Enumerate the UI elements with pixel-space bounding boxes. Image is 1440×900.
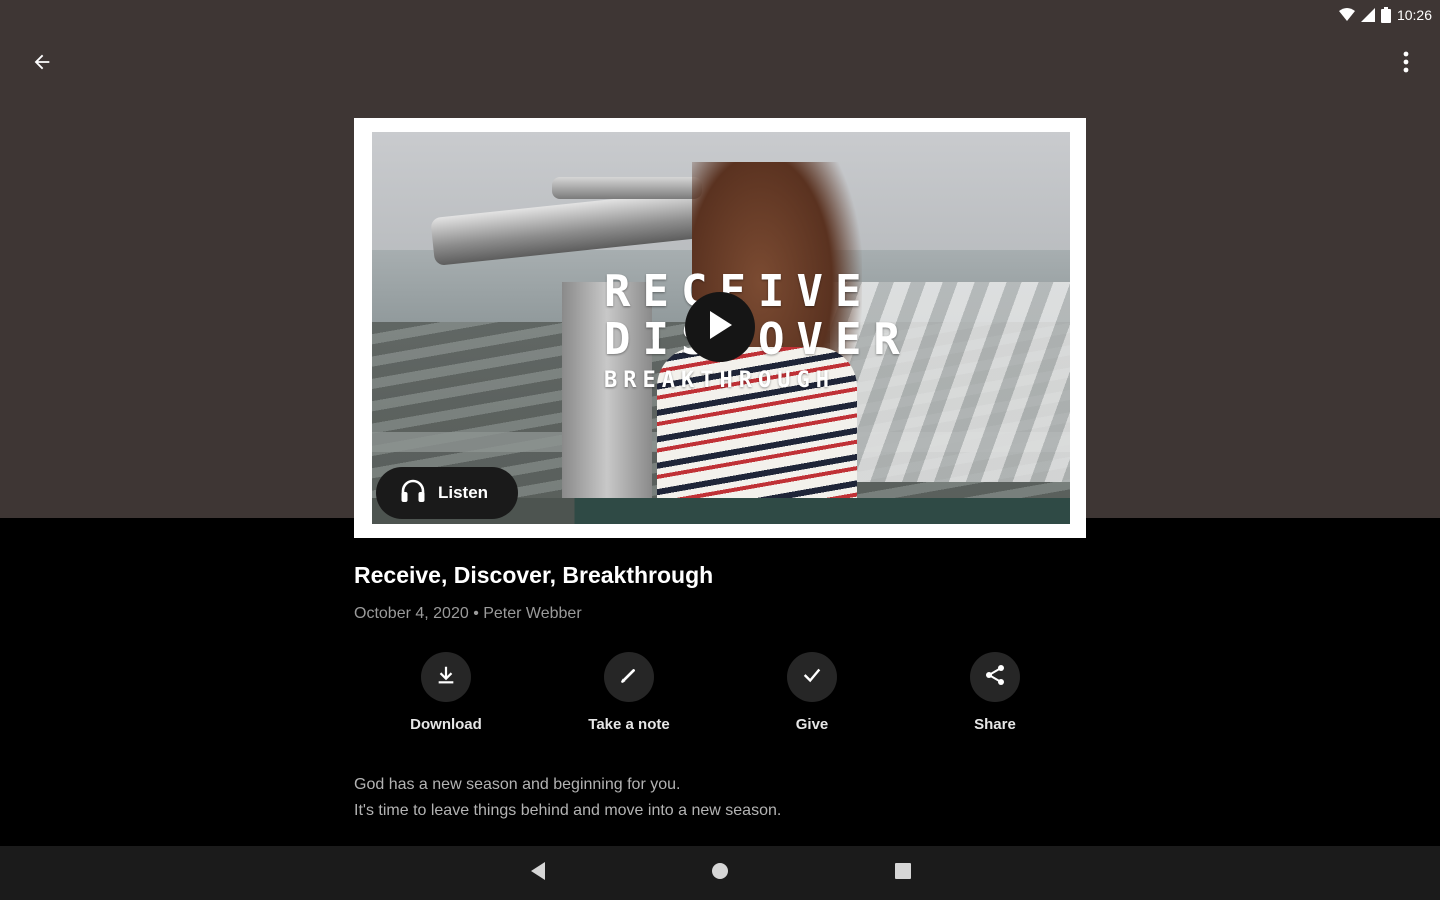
sermon-description: God has a new season and beginning for y…: [354, 772, 781, 824]
take-note-button[interactable]: Take a note: [569, 652, 689, 733]
download-circle: [421, 652, 471, 702]
sermon-artwork-card: RECEIVE DISCOVER BREAKTHROUGH Listen: [354, 118, 1086, 538]
sermon-detail-screen: 10:26 RECEIVE DISCOVER BREAKTHROUGH List…: [0, 0, 1440, 900]
more-vert-icon: [1403, 51, 1409, 78]
wifi-icon: [1338, 8, 1355, 22]
give-label: Give: [795, 716, 829, 733]
download-button[interactable]: Download: [386, 652, 506, 733]
nav-back-icon: [529, 861, 547, 886]
share-icon: [983, 663, 1007, 692]
give-circle: [787, 652, 837, 702]
nav-recents-button[interactable]: [888, 858, 918, 888]
more-options-button[interactable]: [1386, 44, 1426, 84]
sermon-meta: October 4, 2020 • Peter Webber: [354, 605, 582, 622]
description-line-1: God has a new season and beginning for y…: [354, 776, 681, 793]
description-line-2: It's time to leave things behind and mov…: [354, 802, 782, 819]
arrow-back-icon: [31, 51, 53, 78]
sermon-artwork: RECEIVE DISCOVER BREAKTHROUGH Listen: [372, 132, 1070, 524]
play-icon: [707, 310, 733, 345]
back-button[interactable]: [22, 44, 62, 84]
system-navigation-bar: [0, 846, 1440, 900]
download-label: Download: [410, 716, 482, 733]
signal-icon: [1360, 8, 1375, 22]
battery-icon: [1380, 7, 1391, 23]
give-button[interactable]: Give: [752, 652, 872, 733]
listen-label: Listen: [438, 483, 489, 502]
artwork-title-line-3: BREAKTHROUGH: [604, 368, 835, 393]
sermon-title: Receive, Discover, Breakthrough: [354, 562, 714, 588]
artwork-binocular-eyepiece: [552, 177, 702, 199]
share-label: Share: [974, 716, 1016, 733]
status-bar: 10:26: [1338, 0, 1432, 30]
pencil-icon: [618, 664, 640, 691]
download-icon: [435, 664, 457, 691]
take-note-circle: [604, 652, 654, 702]
nav-recents-icon: [894, 862, 912, 885]
check-icon: [801, 664, 823, 691]
take-note-label: Take a note: [588, 716, 670, 733]
status-time: 10:26: [1396, 7, 1432, 23]
play-button[interactable]: [685, 292, 755, 362]
share-circle: [970, 652, 1020, 702]
share-button[interactable]: Share: [935, 652, 1055, 733]
listen-button[interactable]: Listen: [376, 467, 518, 519]
nav-back-button[interactable]: [523, 858, 553, 888]
nav-home-icon: [711, 862, 729, 885]
nav-home-button[interactable]: [705, 858, 735, 888]
headphones-icon: [400, 479, 426, 508]
sermon-actions: Download Take a note Give Share: [354, 652, 1086, 742]
